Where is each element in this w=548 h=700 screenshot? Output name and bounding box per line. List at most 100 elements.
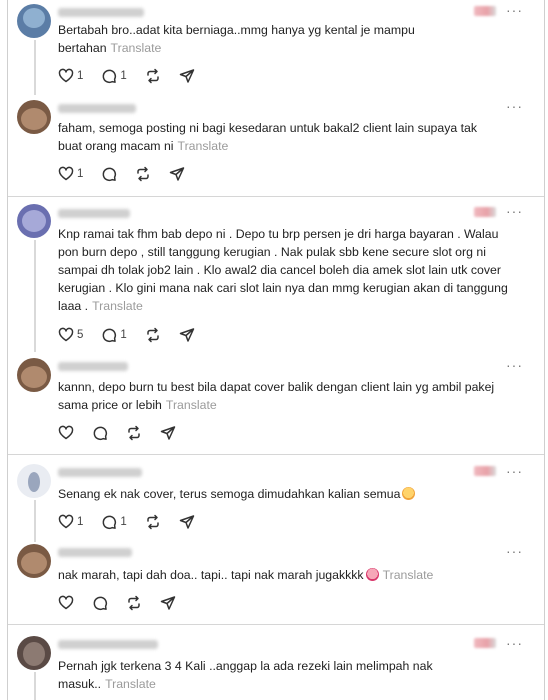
more-options-icon[interactable]: ··· [506, 464, 523, 478]
more-options-icon[interactable]: ··· [506, 636, 523, 650]
reply-button[interactable] [101, 166, 117, 182]
share-icon [170, 167, 185, 181]
reply-button[interactable]: 1 [101, 514, 127, 530]
share-button[interactable] [179, 514, 195, 530]
more-options-icon[interactable]: ··· [506, 99, 523, 113]
status-badge [474, 207, 496, 217]
avatar[interactable] [17, 464, 51, 498]
repost-button[interactable] [135, 166, 151, 182]
comment-feed: ··· Bertabah bro..adat kita berniaga..mm… [0, 0, 548, 700]
translate-link[interactable]: Translate [105, 677, 156, 691]
thread-divider [8, 196, 544, 197]
avatar[interactable] [17, 358, 51, 392]
reply-icon [93, 596, 108, 611]
reply-icon [103, 515, 117, 530]
thread-connector [34, 40, 36, 95]
avatar[interactable] [17, 636, 51, 670]
avatar[interactable] [17, 4, 51, 38]
username[interactable] [58, 468, 142, 477]
repost-button[interactable] [145, 514, 161, 530]
comment-body: Senang ek nak cover, terus semoga dimuda… [58, 487, 401, 501]
reply-icon [93, 426, 108, 441]
repost-icon [147, 327, 159, 343]
share-button[interactable] [179, 327, 195, 343]
like-button[interactable]: 1 [58, 166, 83, 182]
repost-button[interactable] [126, 595, 142, 611]
username[interactable] [58, 640, 158, 649]
heart-icon [58, 425, 74, 440]
translate-link[interactable]: Translate [111, 41, 162, 55]
repost-icon [128, 425, 140, 441]
repost-icon [147, 514, 159, 530]
comment-actions [58, 424, 194, 442]
translate-link[interactable]: Translate [383, 568, 434, 582]
repost-button[interactable] [145, 68, 161, 84]
reply-count: 1 [120, 516, 127, 528]
heart-icon [58, 514, 74, 529]
more-options-icon[interactable]: ··· [506, 204, 523, 218]
feed-border-right [544, 0, 545, 700]
share-button[interactable] [160, 425, 176, 441]
comment-actions: 1 [58, 165, 203, 183]
avatar[interactable] [17, 100, 51, 134]
username[interactable] [58, 104, 136, 113]
comment-text: Senang ek nak cover, terus semoga dimuda… [58, 485, 498, 503]
translate-link[interactable]: Translate [92, 299, 143, 313]
thread-connector [34, 672, 36, 700]
status-badge [474, 466, 496, 476]
like-count: 1 [77, 516, 84, 528]
comment-body: nak marah, tapi dah doa.. tapi.. tapi na… [58, 568, 364, 582]
repost-button[interactable] [145, 327, 161, 343]
like-button[interactable]: 1 [58, 68, 83, 84]
avatar[interactable] [17, 544, 51, 578]
username[interactable] [58, 548, 132, 557]
share-icon [179, 328, 195, 342]
more-options-icon[interactable]: ··· [506, 3, 523, 17]
reply-button[interactable] [92, 425, 108, 441]
comment-text: Bertabah bro..adat kita berniaga..mmg ha… [58, 21, 498, 57]
translate-link[interactable]: Translate [166, 398, 217, 412]
share-icon [160, 426, 176, 440]
like-count: 1 [77, 168, 84, 180]
heart-icon [58, 68, 74, 83]
like-button[interactable] [58, 595, 74, 611]
reply-button[interactable]: 1 [101, 68, 127, 84]
repost-button[interactable] [126, 425, 142, 441]
reply-icon [103, 69, 117, 84]
share-button[interactable] [169, 166, 185, 182]
reply-button[interactable] [92, 595, 108, 611]
like-button[interactable] [58, 425, 74, 441]
translate-link[interactable]: Translate [178, 139, 229, 153]
like-button[interactable]: 1 [58, 514, 83, 530]
reply-button[interactable]: 1 [101, 327, 127, 343]
reply-count: 1 [120, 70, 127, 82]
comment-text: Pernah jgk terkena 3 4 Kali ..anggap la … [58, 657, 498, 693]
like-count: 1 [77, 70, 84, 82]
username[interactable] [58, 8, 144, 17]
share-icon [179, 515, 195, 529]
share-button[interactable] [179, 68, 195, 84]
comment-actions: 5 1 [58, 326, 213, 344]
more-options-icon[interactable]: ··· [506, 358, 523, 372]
like-button[interactable]: 5 [58, 327, 83, 343]
feed-border-left [7, 0, 8, 700]
share-icon [179, 69, 195, 83]
username[interactable] [58, 209, 130, 218]
more-options-icon[interactable]: ··· [506, 544, 523, 558]
comment-text: Knp ramai tak fhm bab depo ni . Depo tu … [58, 225, 510, 315]
comment-text: kannn, depo burn tu best bila dapat cove… [58, 378, 498, 414]
thread-divider [8, 624, 544, 625]
heart-icon [58, 327, 74, 342]
username[interactable] [58, 362, 128, 371]
avatar[interactable] [17, 204, 51, 238]
comment-text: nak marah, tapi dah doa.. tapi.. tapi na… [58, 566, 498, 584]
hugging-face-emoji [402, 487, 416, 500]
share-button[interactable] [160, 595, 176, 611]
thread-connector [34, 500, 36, 542]
comment-text: faham, semoga posting ni bagi kesedaran … [58, 119, 498, 155]
comment-actions: 1 1 [58, 67, 213, 85]
comment-actions: 1 1 [58, 513, 213, 531]
heart-icon [58, 595, 74, 610]
thread-divider [8, 454, 544, 455]
comment-body: kannn, depo burn tu best bila dapat cove… [58, 380, 495, 412]
